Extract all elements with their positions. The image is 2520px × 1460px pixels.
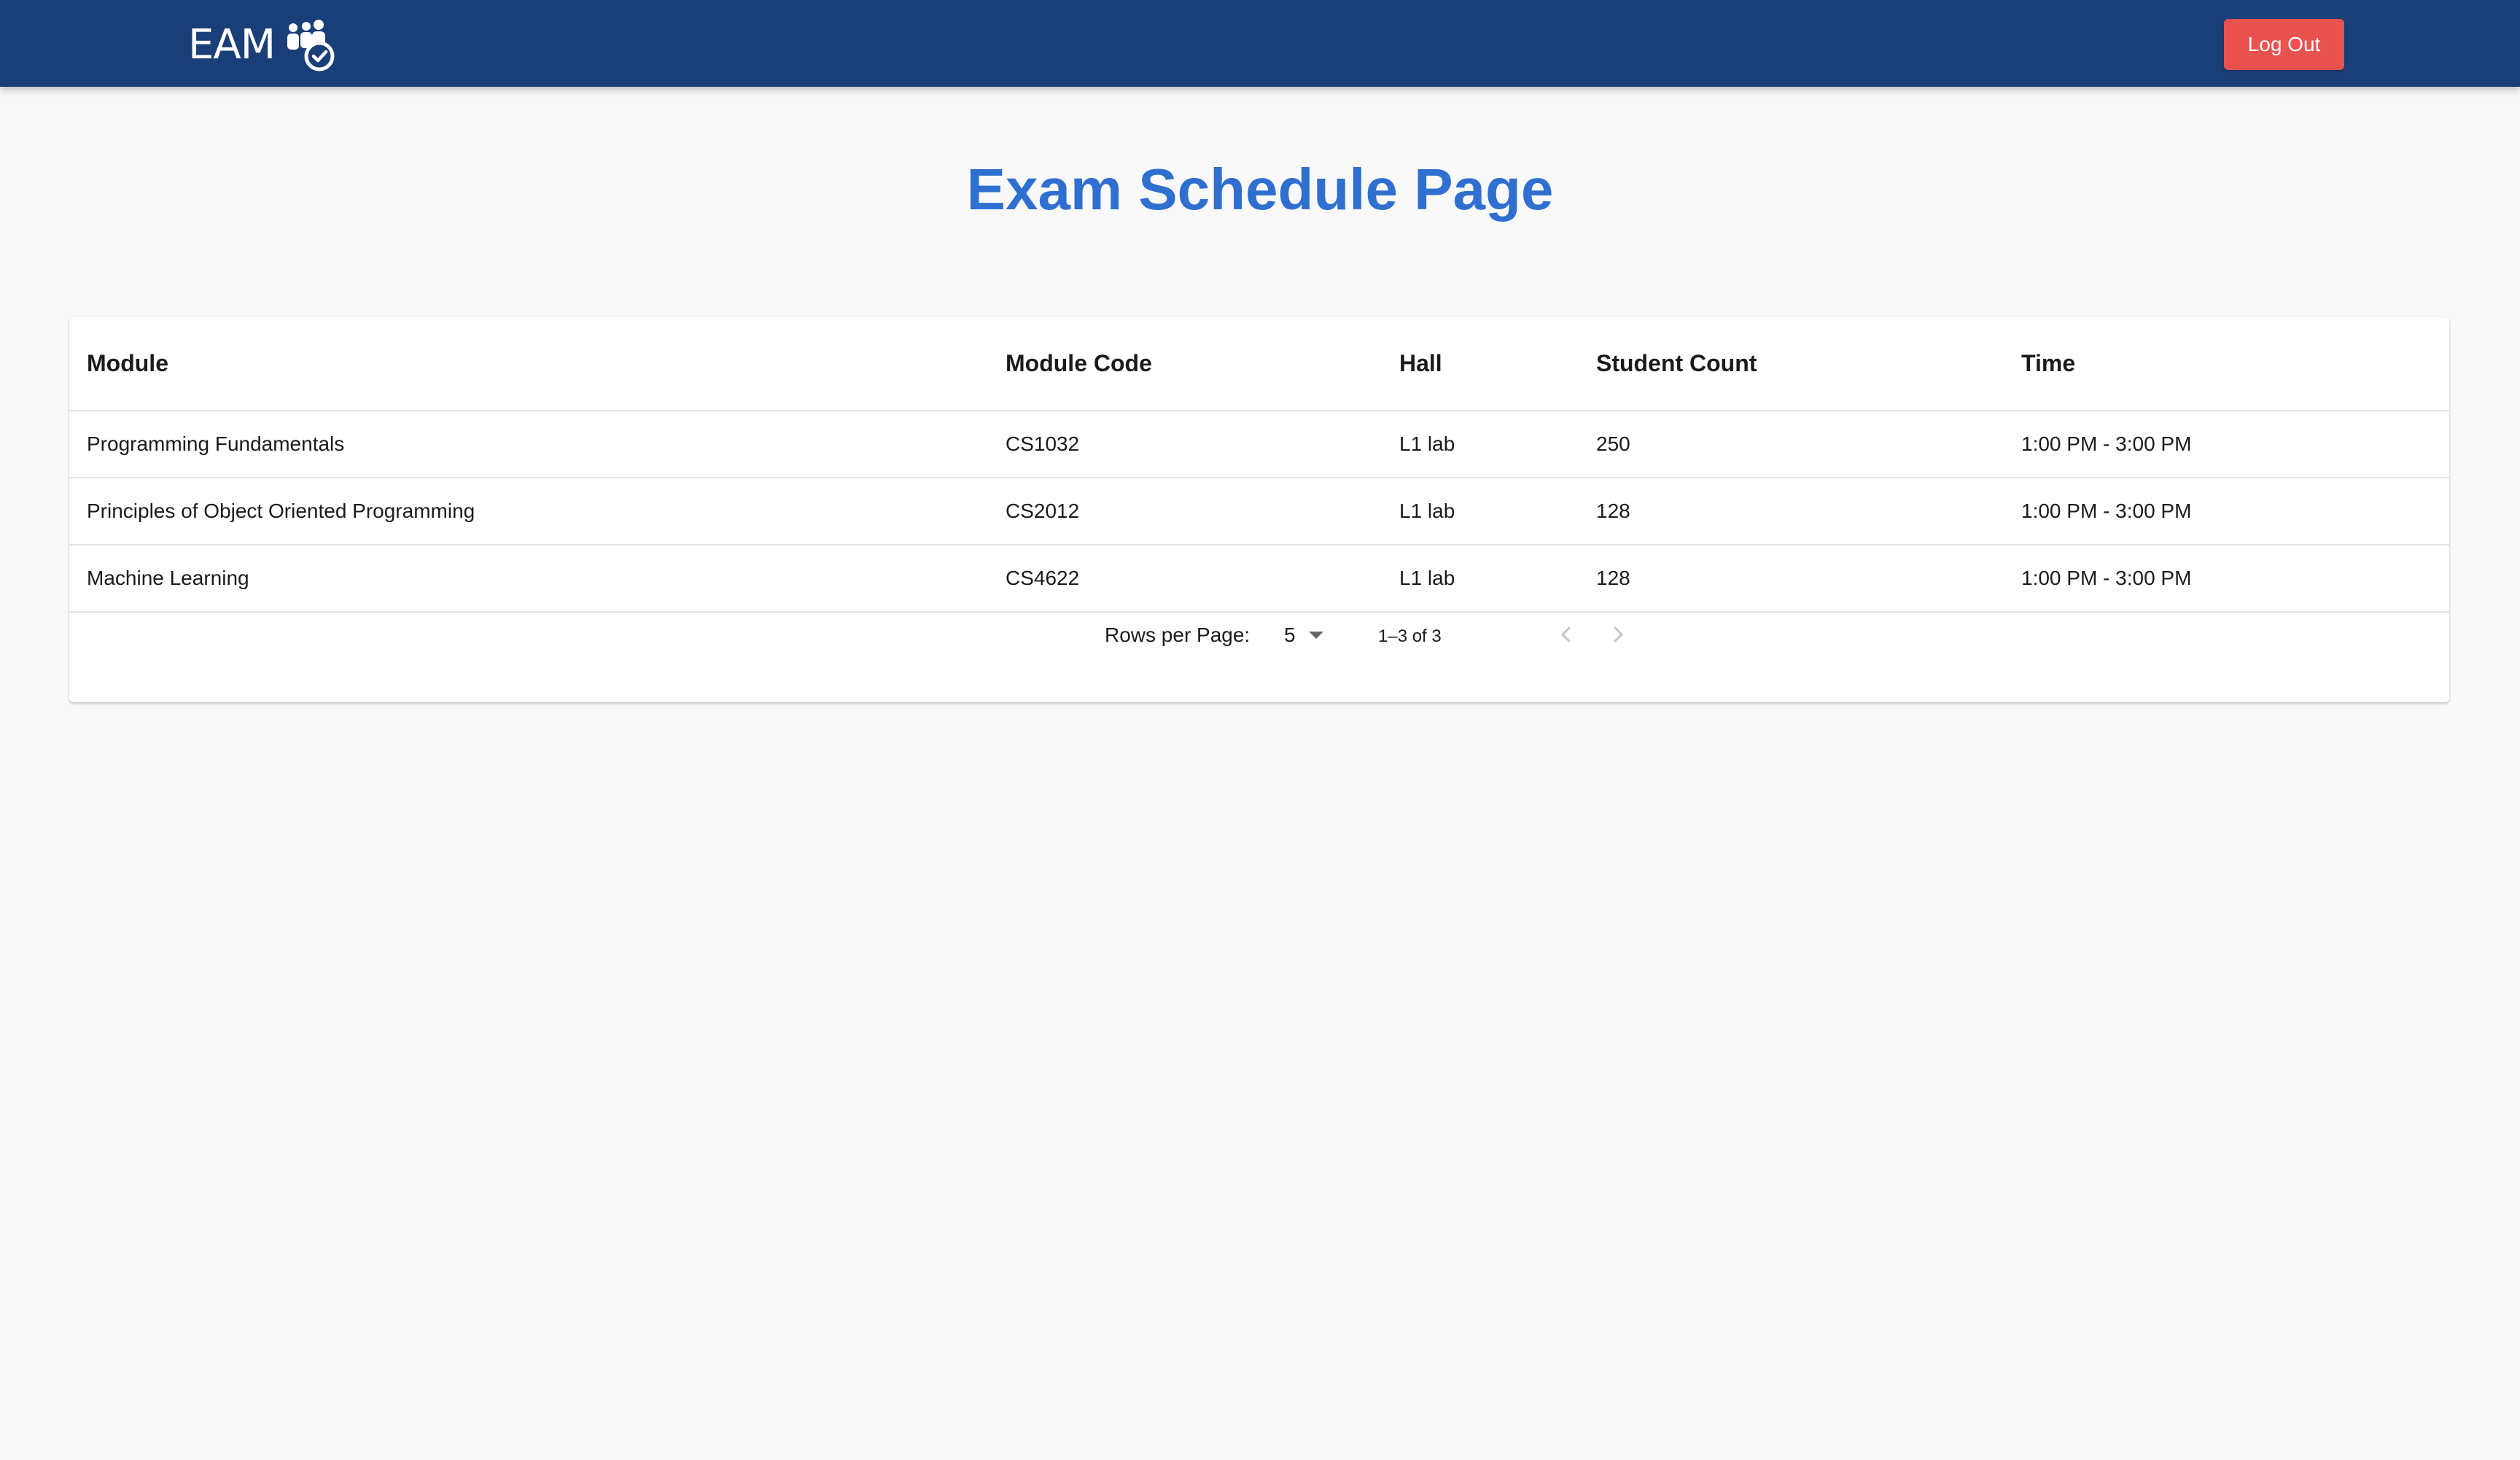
rows-per-page-label: Rows per Page:	[1105, 624, 1251, 646]
caret-down-icon	[1308, 632, 1323, 639]
cell-time: 1:00 PM - 3:00 PM	[2004, 411, 2449, 478]
rows-per-page-select[interactable]: 5	[1284, 624, 1323, 647]
column-header-hall[interactable]: Hall	[1382, 317, 1579, 411]
table-header-row: Module Module Code Hall Student Count Ti…	[69, 317, 2449, 411]
rows-per-page-value: 5	[1284, 624, 1296, 646]
page-title: Exam Schedule Page	[966, 157, 1554, 222]
people-check-icon	[287, 20, 335, 71]
cell-time: 1:00 PM - 3:00 PM	[2004, 478, 2449, 545]
logo-text: EAM	[188, 21, 276, 69]
cell-hall: L1 lab	[1382, 411, 1579, 478]
column-header-module-code[interactable]: Module Code	[988, 317, 1382, 411]
cell-module-code: CS2012	[988, 478, 1382, 545]
cell-module: Programming Fundamentals	[69, 411, 988, 478]
cell-student-count: 128	[1579, 478, 2004, 545]
cell-hall: L1 lab	[1382, 478, 1579, 545]
top-app-bar: EAM Log Out	[0, 0, 2520, 87]
table-row[interactable]: Principles of Object Oriented Programmin…	[69, 478, 2449, 545]
cell-student-count: 250	[1579, 411, 2004, 478]
column-header-student-count[interactable]: Student Count	[1579, 317, 2004, 411]
cell-module-code: CS1032	[988, 411, 1382, 478]
app-logo[interactable]: EAM	[188, 18, 335, 73]
cell-module: Principles of Object Oriented Programmin…	[69, 478, 988, 545]
table-row[interactable]: Programming Fundamentals CS1032 L1 lab 2…	[69, 411, 2449, 478]
logout-button[interactable]: Log Out	[2224, 19, 2344, 70]
column-header-time[interactable]: Time	[2004, 317, 2449, 411]
table-pagination: Rows per Page: 5 1–3 of 3	[69, 594, 2449, 682]
chevron-left-icon	[1561, 626, 1571, 642]
previous-page-button[interactable]	[1548, 616, 1584, 653]
column-header-module[interactable]: Module	[69, 317, 988, 411]
chevron-right-icon	[1614, 626, 1623, 642]
exam-schedule-table-card: Module Module Code Hall Student Count Ti…	[69, 317, 2449, 702]
pagination-range: 1–3 of 3	[1378, 626, 1442, 646]
exam-schedule-table: Module Module Code Hall Student Count Ti…	[69, 317, 2449, 613]
next-page-button[interactable]	[1600, 616, 1636, 653]
